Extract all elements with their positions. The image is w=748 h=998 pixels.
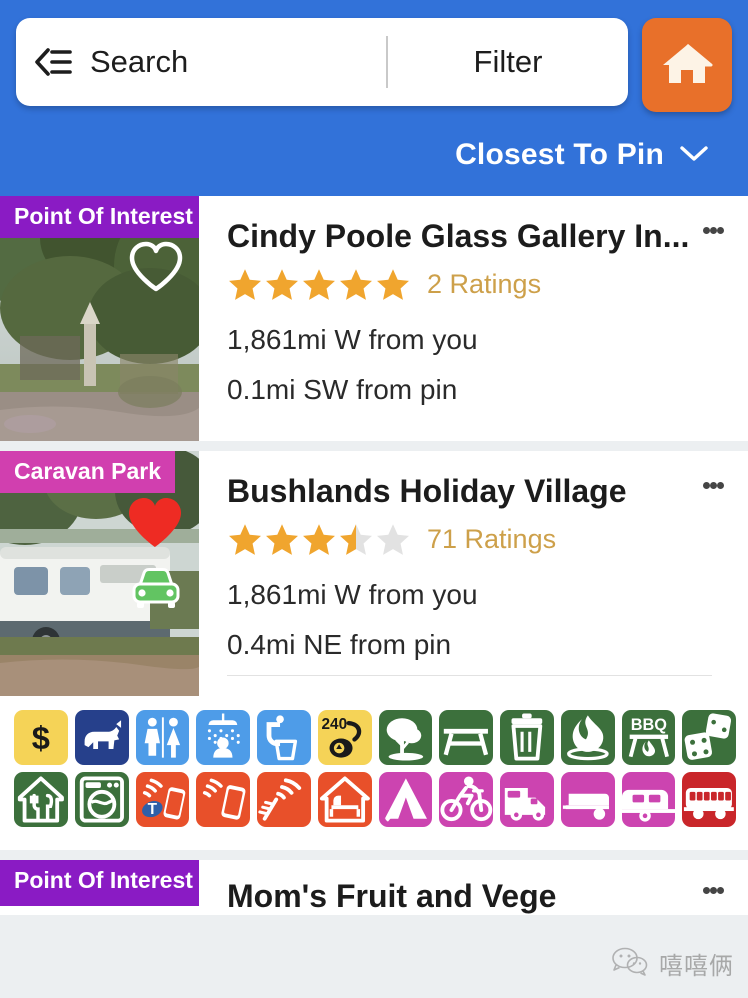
wechat-logo-icon	[610, 946, 650, 981]
drinking-water-icon[interactable]	[257, 710, 311, 765]
heart-filled-icon[interactable]	[125, 495, 185, 556]
listing-card[interactable]: Caravan Park Bushlands Holiday Village 7…	[0, 451, 748, 850]
watermark: 嘻嘻俩	[610, 946, 734, 981]
caravan-icon[interactable]	[621, 772, 676, 827]
distance-from-pin: 0.1mi SW from pin	[227, 373, 458, 405]
distance-from-you: 1,861mi W from you	[227, 323, 478, 355]
star-icon	[377, 268, 409, 300]
listing-details: Cindy Poole Glass Gallery In... 2 Rating…	[199, 196, 748, 441]
bus-icon[interactable]	[682, 772, 736, 827]
motorhome-icon[interactable]	[500, 772, 554, 827]
tv-antenna-icon[interactable]	[257, 772, 311, 827]
camper-trailer-icon[interactable]	[560, 772, 615, 827]
star-icon	[266, 523, 298, 555]
amenity-icon-grid: $240 BBQ T	[0, 696, 748, 850]
star-icon	[229, 523, 261, 555]
star-icon	[229, 268, 261, 300]
listing-title[interactable]: Mom's Fruit and Vege	[227, 878, 696, 915]
showers-icon[interactable]	[196, 710, 250, 765]
power-240v-icon[interactable]: 240	[317, 710, 372, 765]
card-divider	[227, 674, 712, 676]
rating-count-label: 71 Ratings	[427, 523, 557, 554]
chevron-down-icon[interactable]	[678, 143, 710, 168]
sort-control[interactable]: Closest To Pin	[16, 112, 732, 172]
campfire-icon[interactable]	[560, 710, 615, 765]
listing-details: Mom's Fruit and Vege	[199, 860, 748, 915]
listing-title-row: Cindy Poole Glass Gallery In...	[227, 218, 730, 255]
listing-card-main: Caravan Park Bushlands Holiday Village 7…	[0, 451, 748, 696]
listing-rating-row: 2 Ratings	[227, 267, 730, 302]
search-bar[interactable]: Search Filter	[16, 18, 628, 106]
listing-title[interactable]: Cindy Poole Glass Gallery In...	[227, 218, 696, 255]
bbq-icon[interactable]: BBQ	[621, 710, 676, 765]
picnic-table-icon[interactable]	[439, 710, 493, 765]
search-input[interactable]: Search	[90, 44, 386, 80]
star-rating	[227, 522, 411, 557]
listing-rating-row: 71 Ratings	[227, 522, 730, 557]
watermark-text: 嘻嘻俩	[659, 953, 734, 980]
star-icon	[377, 523, 409, 555]
listing-card-main: Point Of Interest Mom's Fruit and Vege	[0, 860, 748, 915]
app-root: Search Filter Closest To Pin Point Of In…	[0, 0, 748, 998]
listing-card[interactable]: Point Of Interest Cindy Poole Glass Gall…	[0, 196, 748, 441]
amenity-row: $240 BBQ	[14, 710, 736, 765]
fees-icon[interactable]: $	[14, 710, 68, 765]
amenity-row: T	[14, 772, 736, 827]
heart-outline-icon[interactable]	[127, 240, 185, 299]
listing-thumbnail[interactable]: Point Of Interest	[0, 860, 199, 906]
star-icon	[266, 268, 298, 300]
star-icon	[340, 268, 372, 300]
svg-text:$: $	[32, 719, 50, 756]
listing-category-badge: Caravan Park	[0, 451, 176, 493]
kebab-menu-icon[interactable]	[696, 218, 730, 237]
star-icon	[340, 523, 372, 555]
laundry-icon[interactable]	[74, 772, 129, 827]
shade-trees-icon[interactable]	[378, 710, 433, 765]
listing-card-main: Point Of Interest Cindy Poole Glass Gall…	[0, 196, 748, 441]
motorcycle-icon[interactable]	[439, 772, 493, 827]
listing-card[interactable]: Point Of Interest Mom's Fruit and Vege	[0, 860, 748, 915]
rubbish-bin-icon[interactable]	[500, 710, 554, 765]
listing-details: Bushlands Holiday Village 71 Ratings 1,8…	[199, 451, 748, 696]
dogs-allowed-icon[interactable]	[74, 710, 129, 765]
green-car-icon[interactable]	[127, 563, 185, 618]
listing-list: Point Of Interest Cindy Poole Glass Gall…	[0, 196, 748, 915]
distance-from-you: 1,861mi W from you	[227, 578, 478, 610]
star-rating	[227, 267, 411, 302]
cabin-icon[interactable]	[317, 772, 372, 827]
listing-title-row: Bushlands Holiday Village	[227, 473, 730, 510]
home-icon	[661, 39, 713, 92]
svg-text:T: T	[147, 801, 157, 818]
listing-title-row: Mom's Fruit and Vege	[227, 878, 730, 915]
rating-count-label: 2 Ratings	[427, 268, 542, 299]
distance-from-pin: 0.4mi NE from pin	[227, 628, 452, 660]
top-header-bar: Search Filter Closest To Pin	[0, 0, 748, 196]
filter-button[interactable]: Filter	[388, 44, 628, 80]
kebab-menu-icon[interactable]	[696, 473, 730, 492]
search-row: Search Filter	[16, 18, 732, 112]
star-icon	[303, 523, 335, 555]
tent-site-icon[interactable]	[378, 772, 433, 827]
telstra-signal-icon[interactable]: T	[135, 772, 190, 827]
mobile-signal-icon[interactable]	[196, 772, 250, 827]
svg-text:240: 240	[321, 716, 347, 733]
toilets-icon[interactable]	[135, 710, 190, 765]
listing-category-badge: Point Of Interest	[0, 196, 199, 238]
listing-thumbnail[interactable]: Point Of Interest	[0, 196, 199, 441]
star-icon	[303, 268, 335, 300]
restaurant-icon[interactable]	[14, 772, 68, 827]
kebab-menu-icon[interactable]	[696, 878, 730, 897]
listing-title[interactable]: Bushlands Holiday Village	[227, 473, 696, 510]
back-menu-icon[interactable]	[16, 18, 90, 106]
listing-category-badge: Point Of Interest	[0, 860, 199, 902]
sort-label: Closest To Pin	[455, 138, 664, 171]
home-button[interactable]	[642, 18, 732, 112]
games-dice-icon[interactable]	[682, 710, 736, 765]
svg-text:BBQ: BBQ	[630, 716, 666, 734]
listing-thumbnail[interactable]: Caravan Park	[0, 451, 199, 696]
